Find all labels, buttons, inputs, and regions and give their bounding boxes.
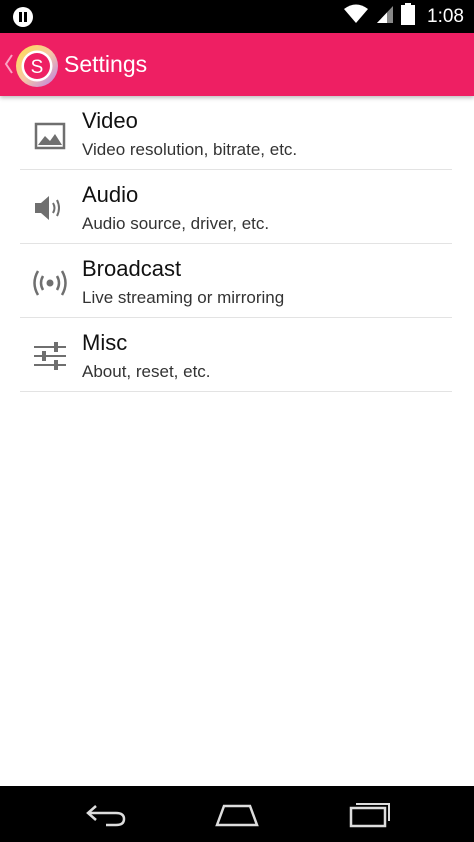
chevron-left-icon[interactable] <box>4 53 14 80</box>
settings-item-subtitle: Video resolution, bitrate, etc. <box>82 140 298 159</box>
image-icon <box>28 114 68 154</box>
pause-icon <box>12 6 34 33</box>
settings-item-video[interactable]: Video Video resolution, bitrate, etc. <box>20 96 452 170</box>
settings-item-title: Broadcast <box>82 256 182 281</box>
home-icon[interactable] <box>214 800 260 833</box>
speaker-icon <box>28 188 68 228</box>
settings-item-subtitle: Audio source, driver, etc. <box>82 214 270 233</box>
signal-icon <box>375 4 395 29</box>
recent-apps-icon[interactable] <box>348 800 392 833</box>
settings-item-title: Audio <box>82 182 139 207</box>
wifi-icon <box>343 4 369 29</box>
app-logo-letter: S <box>31 57 44 78</box>
app-logo[interactable]: S <box>14 43 60 94</box>
page-title: Settings <box>64 51 148 77</box>
settings-item-title: Misc <box>82 330 128 355</box>
battery-icon <box>401 3 416 30</box>
settings-item-subtitle: About, reset, etc. <box>82 362 211 381</box>
clock: 1:08 <box>427 5 464 27</box>
settings-item-subtitle: Live streaming or mirroring <box>82 288 285 307</box>
settings-item-audio[interactable]: Audio Audio source, driver, etc. <box>20 170 452 244</box>
app-bar: S Settings <box>0 33 474 96</box>
sliders-icon <box>28 336 68 376</box>
status-bar: 1:08 <box>0 0 474 33</box>
settings-item-broadcast[interactable]: Broadcast Live streaming or mirroring <box>20 244 452 318</box>
settings-item-title: Video <box>82 108 138 133</box>
broadcast-icon <box>28 262 68 302</box>
settings-list: Video Video resolution, bitrate, etc. Au… <box>20 96 452 392</box>
back-icon[interactable] <box>84 800 128 833</box>
navigation-bar <box>0 786 474 842</box>
settings-item-misc[interactable]: Misc About, reset, etc. <box>20 318 452 392</box>
